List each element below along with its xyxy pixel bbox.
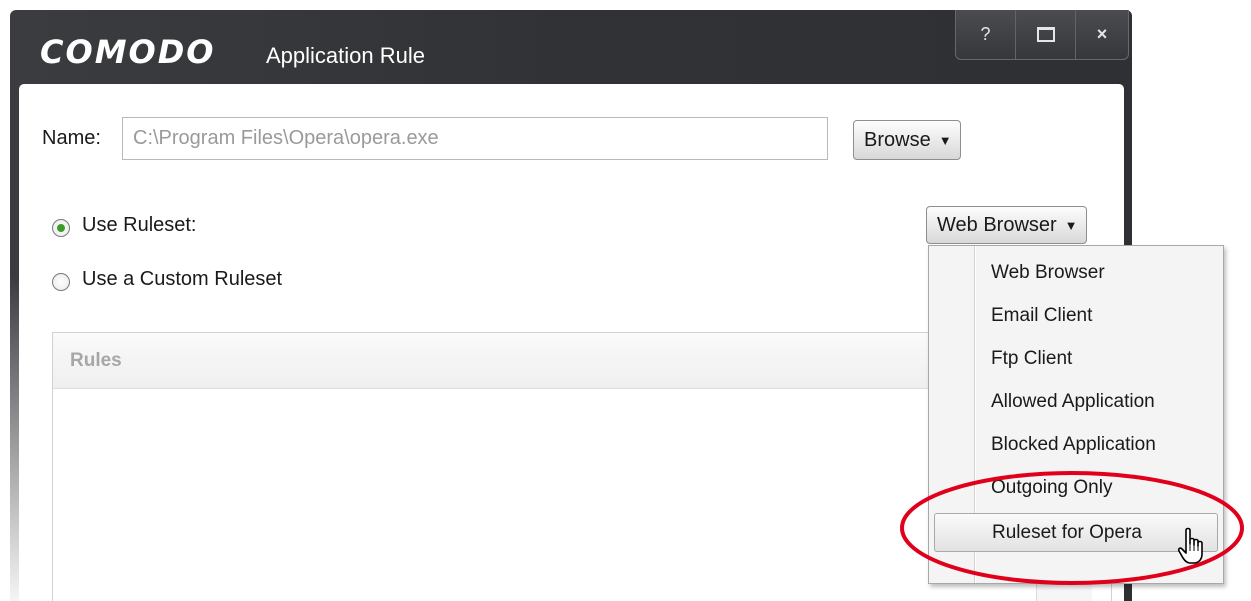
radio-checked-dot xyxy=(57,224,65,232)
use-custom-ruleset-label: Use a Custom Ruleset xyxy=(82,268,283,290)
maximize-icon xyxy=(1036,27,1055,42)
close-button[interactable]: × xyxy=(1076,10,1128,59)
use-ruleset-label: Use Ruleset: xyxy=(82,214,197,236)
use-custom-ruleset-radio[interactable] xyxy=(52,273,70,291)
menu-item-allowed-application[interactable]: Allowed Application xyxy=(934,382,1218,422)
name-field[interactable] xyxy=(122,117,828,160)
help-button[interactable]: ? xyxy=(956,10,1016,59)
help-icon: ? xyxy=(980,24,991,44)
hand-cursor-icon xyxy=(1177,527,1203,564)
menu-item-web-browser[interactable]: Web Browser xyxy=(934,253,1218,293)
ruleset-dropdown[interactable]: Web Browser ▼ xyxy=(926,206,1087,244)
name-label: Name: xyxy=(42,127,101,149)
window-title: Application Rule xyxy=(266,43,425,68)
dropdown-caret-icon: ▼ xyxy=(938,132,952,148)
ruleset-dropdown-value: Web Browser xyxy=(937,213,1057,236)
dropdown-caret-icon: ▼ xyxy=(1064,217,1078,233)
maximize-button[interactable] xyxy=(1016,10,1076,59)
use-ruleset-radio[interactable] xyxy=(52,219,70,237)
browse-label: Browse xyxy=(864,128,931,151)
close-icon: × xyxy=(1096,24,1108,44)
menu-item-email-client[interactable]: Email Client xyxy=(934,296,1218,336)
window-controls: ? × xyxy=(955,10,1129,60)
menu-item-ftp-client[interactable]: Ftp Client xyxy=(934,339,1218,379)
menu-item-blocked-application[interactable]: Blocked Application xyxy=(934,425,1218,465)
browse-button[interactable]: Browse ▼ xyxy=(853,120,961,160)
comodo-logo: COMODO xyxy=(40,33,216,71)
